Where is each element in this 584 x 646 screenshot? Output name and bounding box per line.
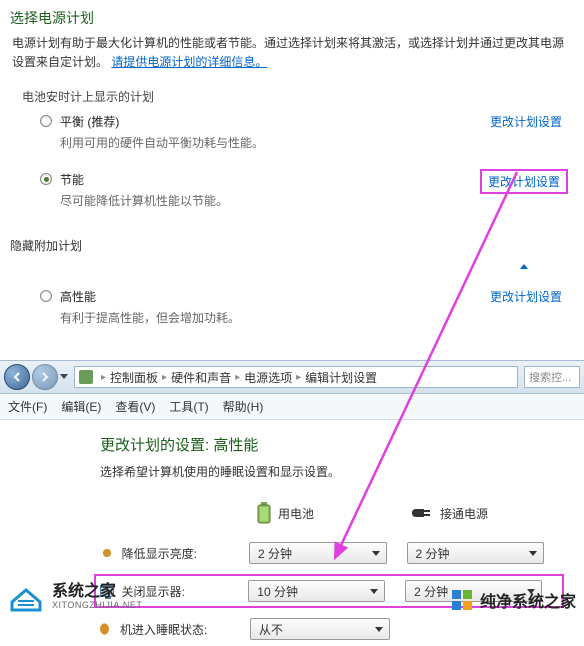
chevron-down-icon xyxy=(529,551,537,556)
radio-highperf[interactable] xyxy=(40,290,52,302)
plan-power-saver: 更改计划设置 节能 尽可能降低计算机性能以节能。 xyxy=(0,167,584,225)
watermark-left-sub: XITONGZHIJIA.NET xyxy=(52,601,142,611)
search-input[interactable]: 搜索控... xyxy=(524,366,580,388)
column-headers: 用电池 接通电源 xyxy=(100,502,564,524)
plan-desc-highperf: 有利于提高性能，但会增加功耗。 xyxy=(60,309,572,326)
dim-battery-dropdown[interactable]: 2 分钟 xyxy=(249,542,386,564)
nav-forward-button[interactable] xyxy=(32,364,58,390)
plug-icon xyxy=(410,505,434,521)
plan-high-perf: 更改计划设置 高性能 有利于提高性能，但会增加功耗。 xyxy=(0,284,584,342)
change-plan-link-saver[interactable]: 更改计划设置 xyxy=(480,169,568,194)
sleep-label: 机进入睡眠状态: xyxy=(120,621,250,638)
chevron-down-icon xyxy=(375,627,383,632)
col-battery-label: 用电池 xyxy=(278,505,314,522)
row-dim-display: 降低显示亮度: 2 分钟 2 分钟 xyxy=(100,536,564,570)
bc-hardware[interactable]: 硬件和声音 xyxy=(171,369,231,386)
bc-control-panel[interactable]: 控制面板 xyxy=(110,369,158,386)
menu-edit[interactable]: 编辑(E) xyxy=(61,398,101,415)
radio-balanced[interactable] xyxy=(40,115,52,127)
watermark-left-logo-icon xyxy=(8,582,44,612)
plan-desc-balanced: 利用可用的硬件自动平衡功耗与性能。 xyxy=(60,134,572,151)
breadcrumb: ▸ 控制面板 ▸ 硬件和声音 ▸ 电源选项 ▸ 编辑计划设置 xyxy=(74,366,518,388)
watermark-left-title: 系统之家 xyxy=(52,583,142,601)
menu-file[interactable]: 文件(F) xyxy=(8,398,47,415)
change-plan-link-highperf[interactable]: 更改计划设置 xyxy=(490,288,562,305)
sleep-battery-dropdown[interactable]: 从不 xyxy=(250,618,390,640)
watermark-left: 系统之家 XITONGZHIJIA.NET xyxy=(8,582,142,612)
dim-display-label: 降低显示亮度: xyxy=(122,545,249,562)
chevron-right-icon: ▸ xyxy=(101,372,106,383)
watermark-right-text: 纯净系统之家 xyxy=(480,588,576,612)
chevron-up-icon[interactable] xyxy=(520,264,528,269)
edit-plan-desc: 选择希望计算机使用的睡眠设置和显示设置。 xyxy=(100,463,564,480)
plan-name-saver: 节能 xyxy=(60,171,84,188)
change-plan-link-balanced[interactable]: 更改计划设置 xyxy=(490,113,562,130)
learn-more-link[interactable]: 请提供电源计划的详细信息。 xyxy=(111,55,267,69)
menu-help[interactable]: 帮助(H) xyxy=(223,398,264,415)
plan-desc-saver: 尽可能降低计算机性能以节能。 xyxy=(60,192,572,209)
chevron-right-icon: ▸ xyxy=(162,372,167,383)
sun-icon xyxy=(100,546,114,560)
col-ac-label: 接通电源 xyxy=(440,505,488,522)
nav-back-button[interactable] xyxy=(4,364,30,390)
page-description: 电源计划有助于最大化计算机的性能或者节能。通过选择计划来将其激活，或选择计划并通… xyxy=(0,34,584,80)
nav-bar: ▸ 控制面板 ▸ 硬件和声音 ▸ 电源选项 ▸ 编辑计划设置 搜索控... xyxy=(0,360,584,394)
section-visible-plans-label: 电池安时计上显示的计划 xyxy=(22,88,584,105)
dim-ac-dropdown[interactable]: 2 分钟 xyxy=(407,542,544,564)
menu-tools[interactable]: 工具(T) xyxy=(169,398,208,415)
chevron-down-icon xyxy=(372,551,380,556)
watermark-right-logo-icon xyxy=(450,588,474,612)
edit-plan-panel: 更改计划的设置: 高性能 选择希望计算机使用的睡眠设置和显示设置。 用电池 接通… xyxy=(0,420,584,646)
desc-text: 电源计划有助于最大化计算机的性能或者节能。通过选择计划来将其激活，或选择计划并通… xyxy=(12,36,564,69)
plan-name-highperf: 高性能 xyxy=(60,288,96,305)
chevron-right-icon: ▸ xyxy=(296,372,301,383)
moon-icon xyxy=(100,623,112,635)
breadcrumb-icon xyxy=(79,370,93,384)
plan-balanced: 更改计划设置 平衡 (推荐) 利用可用的硬件自动平衡功耗与性能。 xyxy=(0,109,584,167)
bc-power[interactable]: 电源选项 xyxy=(244,369,292,386)
edit-plan-title: 更改计划的设置: 高性能 xyxy=(100,434,564,455)
page-title: 选择电源计划 xyxy=(0,0,584,34)
watermark-right: 纯净系统之家 xyxy=(450,588,576,612)
battery-icon xyxy=(256,502,272,524)
turnoff-battery-dropdown[interactable]: 10 分钟 xyxy=(248,580,385,602)
chevron-down-icon xyxy=(370,589,378,594)
nav-dropdown-icon[interactable] xyxy=(60,374,68,380)
hidden-plans-toggle[interactable]: 隐藏附加计划 xyxy=(10,237,584,254)
bc-edit-plan[interactable]: 编辑计划设置 xyxy=(305,369,377,386)
menu-bar: 文件(F) 编辑(E) 查看(V) 工具(T) 帮助(H) xyxy=(0,394,584,420)
menu-view[interactable]: 查看(V) xyxy=(115,398,155,415)
row-sleep: 机进入睡眠状态: 从不 xyxy=(100,612,564,646)
radio-saver[interactable] xyxy=(40,173,52,185)
plan-name-balanced: 平衡 (推荐) xyxy=(60,113,119,130)
chevron-right-icon: ▸ xyxy=(235,372,240,383)
